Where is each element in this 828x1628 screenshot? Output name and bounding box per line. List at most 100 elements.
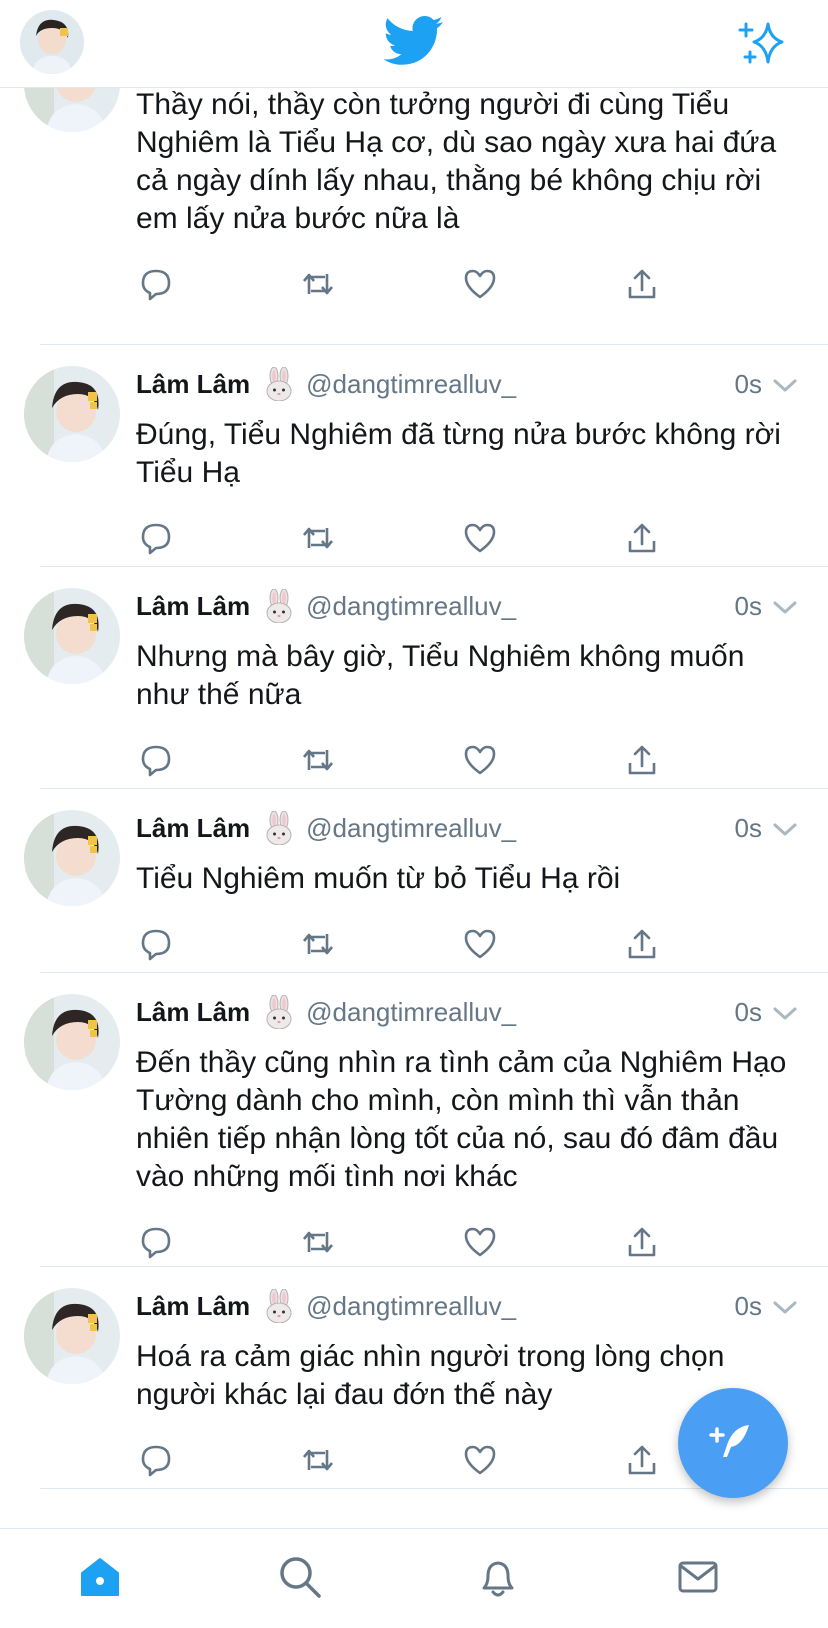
tweet-header: Lâm Lâm @dangtimrealluv_ 0s [136,588,798,624]
like-button[interactable] [460,1224,500,1264]
reply-button[interactable] [136,1442,176,1482]
like-button[interactable] [460,742,500,782]
display-name[interactable]: Lâm Lâm [136,1291,250,1322]
like-icon [462,1442,498,1483]
retweet-icon [300,520,336,561]
compose-tweet-button[interactable] [678,1388,788,1498]
reply-icon [138,926,174,967]
timestamp: 0s [734,996,762,1027]
avatar[interactable] [24,1288,120,1384]
tweet-actions [136,926,696,966]
top-bar [0,0,828,88]
tweet-actions [136,266,696,306]
like-button[interactable] [460,266,500,306]
like-icon [462,1224,498,1265]
profile-avatar[interactable] [20,10,84,74]
bunny-emoji-icon [264,994,294,1030]
like-button[interactable] [460,1442,500,1482]
display-name[interactable]: Lâm Lâm [136,997,250,1028]
tweet-actions [136,742,696,782]
share-button[interactable] [622,926,662,966]
retweet-icon [300,926,336,967]
share-button[interactable] [622,266,662,306]
tweet[interactable]: Lâm Lâm @dangtimrealluv_ 0s Đến thầy cũn… [0,972,828,1267]
reply-button[interactable] [136,266,176,306]
timeline-feed[interactable]: Lâm Lâm @dangtimrealluv_ 0s Thầy nói, th… [0,88,828,1528]
retweet-icon [300,1224,336,1265]
tweet[interactable]: Lâm Lâm @dangtimrealluv_ 0s Thầy nói, th… [0,88,828,345]
compose-tweet-icon [709,1425,749,1457]
chevron-down-icon[interactable] [772,816,798,838]
reply-icon [138,520,174,561]
retweet-button[interactable] [298,266,338,306]
avatar[interactable] [24,588,120,684]
tweet-text: Đến thầy cũng nhìn ra tình cảm của Nghiê… [136,1046,787,1193]
chevron-down-icon[interactable] [772,1294,798,1316]
retweet-button[interactable] [298,1224,338,1264]
tweet-text: Thầy nói, thầy còn tưởng người đi cùng T… [136,88,777,235]
reply-button[interactable] [136,742,176,782]
nav-notifications[interactable] [472,1551,524,1603]
reply-icon [138,1224,174,1265]
reply-icon [138,742,174,783]
tweet-actions [136,1224,696,1264]
nav-search[interactable] [274,1551,326,1603]
chevron-down-icon[interactable] [772,594,798,616]
user-handle[interactable]: @dangtimrealluv_ [306,591,516,622]
twitter-bird-icon[interactable] [383,14,444,68]
reply-button[interactable] [136,926,176,966]
tweet-actions [136,520,696,560]
display-name[interactable]: Lâm Lâm [136,813,250,844]
bunny-emoji-icon [264,366,294,402]
timestamp: 0s [734,1290,762,1321]
share-icon [624,266,660,307]
retweet-button[interactable] [298,926,338,966]
tweet-header: Lâm Lâm @dangtimrealluv_ 0s [136,1288,798,1324]
timestamp: 0s [734,590,762,621]
share-icon [624,742,660,783]
tweet-text: Đúng, Tiểu Nghiêm đã từng nửa bước không… [136,418,781,489]
tweet[interactable]: Lâm Lâm @dangtimrealluv_ 0s Tiểu Nghiêm … [0,788,828,973]
tweet-actions [136,1442,696,1482]
home-icon [81,1558,119,1596]
retweet-icon [300,266,336,307]
tweet[interactable]: Lâm Lâm @dangtimrealluv_ 0s Nhưng mà bây… [0,566,828,789]
bunny-emoji-icon [264,1288,294,1324]
retweet-button[interactable] [298,520,338,560]
user-handle[interactable]: @dangtimrealluv_ [306,813,516,844]
like-button[interactable] [460,520,500,560]
display-name[interactable]: Lâm Lâm [136,591,250,622]
avatar[interactable] [24,88,120,132]
retweet-button[interactable] [298,1442,338,1482]
reply-button[interactable] [136,1224,176,1264]
share-icon [624,520,660,561]
avatar[interactable] [24,366,120,462]
sparkle-icon[interactable] [736,18,790,68]
user-handle[interactable]: @dangtimrealluv_ [306,1291,516,1322]
share-button[interactable] [622,742,662,782]
avatar[interactable] [24,810,120,906]
share-button[interactable] [622,520,662,560]
search-icon [280,1557,321,1598]
chevron-down-icon[interactable] [772,1000,798,1022]
retweet-icon [300,742,336,783]
nav-messages[interactable] [672,1551,724,1603]
tweet-header: Lâm Lâm @dangtimrealluv_ 0s [136,810,798,846]
like-icon [462,520,498,561]
reply-button[interactable] [136,520,176,560]
user-handle[interactable]: @dangtimrealluv_ [306,369,516,400]
bottom-nav [0,1528,828,1628]
like-button[interactable] [460,926,500,966]
chevron-down-icon[interactable] [772,372,798,394]
tweet-text: Nhưng mà bây giờ, Tiểu Nghiêm không muốn… [136,640,745,711]
retweet-button[interactable] [298,742,338,782]
nav-home[interactable] [74,1551,126,1603]
display-name[interactable]: Lâm Lâm [136,369,250,400]
avatar[interactable] [24,994,120,1090]
user-handle[interactable]: @dangtimrealluv_ [306,997,516,1028]
share-button[interactable] [622,1224,662,1264]
notifications-icon [482,1561,514,1597]
tweet[interactable]: Lâm Lâm @dangtimrealluv_ 0s Đúng, Tiểu N… [0,344,828,567]
timestamp: 0s [734,812,762,843]
share-button[interactable] [622,1442,662,1482]
